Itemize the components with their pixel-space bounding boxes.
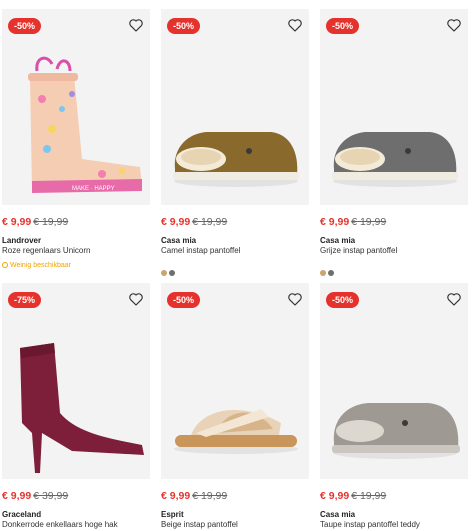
grey-slipper-image [332,132,458,187]
product-card[interactable]: MAKE · HAPPY -50% € 9,99 € 19,99 Landrove… [2,9,150,270]
price-row: € 9,99 € 39,99 [2,490,150,502]
original-price: € 19,99 [351,216,387,228]
product-card[interactable]: -75% € 9,99 € 39,99 Graceland Donkerrode … [2,283,150,530]
heart-icon[interactable] [128,291,144,307]
original-price: € 39,99 [33,490,69,502]
product-brand: Casa mia [320,236,356,245]
product-image-box[interactable]: -50% [161,283,309,479]
sale-price: € 9,99 [320,216,350,228]
heart-icon[interactable] [287,17,303,33]
product-card[interactable]: -50% € 9,99 € 19,99 Casa mia Grijze insta… [320,9,468,276]
availability-notice: Weinig beschikbaar [2,261,150,270]
discount-badge: -50% [167,292,201,308]
product-image-box[interactable]: -50% [161,9,309,205]
product-card[interactable]: -50% € 9,99 € 19,99 Casa mia Taupe instap… [320,283,468,530]
clock-icon [2,262,8,268]
svg-text:MAKE · HAPPY: MAKE · HAPPY [72,186,115,192]
price-row: € 9,99 € 19,99 [161,216,309,228]
product-name[interactable]: Beige instap pantoffel [161,520,309,530]
product-name[interactable]: Donkerrode enkellaars hoge hak [2,520,150,530]
availability-text: Weinig beschikbaar [10,262,71,269]
product-name[interactable]: Grijze instap pantoffel [320,246,468,256]
product-image-box[interactable]: -50% [320,9,468,205]
color-swatch[interactable] [320,270,326,276]
discount-badge: -75% [8,292,42,308]
color-swatches [161,263,309,276]
color-swatches [320,263,468,276]
price-row: € 9,99 € 19,99 [320,216,468,228]
taupe-slipper-image [332,403,460,459]
sale-price: € 9,99 [161,216,191,228]
product-brand: Casa mia [161,236,197,245]
price-row: € 9,99 € 19,99 [2,216,150,228]
ankle-boot-image [20,343,144,473]
discount-badge: -50% [167,18,201,34]
price-row: € 9,99 € 19,99 [161,490,309,502]
product-name[interactable]: Taupe instap pantoffel teddy [320,520,468,530]
product-name[interactable]: Roze regenlaars Unicorn [2,246,150,256]
discount-badge: -50% [326,18,360,34]
beige-slipper-image [174,409,298,454]
color-swatch[interactable] [328,270,334,276]
product-image-box[interactable]: MAKE · HAPPY -50% [2,9,150,205]
sale-price: € 9,99 [2,490,32,502]
discount-badge: -50% [326,292,360,308]
product-image-box[interactable]: -75% [2,283,150,479]
original-price: € 19,99 [192,216,228,228]
product-grid: MAKE · HAPPY -50% € 9,99 € 19,99 Landrove… [0,0,475,531]
discount-badge: -50% [8,18,42,34]
original-price: € 19,99 [192,490,228,502]
color-swatch[interactable] [161,270,167,276]
sale-price: € 9,99 [320,490,350,502]
product-brand: Graceland [2,510,42,519]
heart-icon[interactable] [446,17,462,33]
heart-icon[interactable] [128,17,144,33]
product-image-box[interactable]: -50% [320,283,468,479]
rain-boot-image: MAKE · HAPPY [28,56,142,193]
original-price: € 19,99 [351,490,387,502]
product-brand: Landrover [2,236,42,245]
camel-slipper-image [173,132,299,187]
original-price: € 19,99 [33,216,69,228]
color-swatch[interactable] [169,270,175,276]
heart-icon[interactable] [287,291,303,307]
product-brand: Casa mia [320,510,356,519]
sale-price: € 9,99 [161,490,191,502]
heart-icon[interactable] [446,291,462,307]
product-card[interactable]: -50% € 9,99 € 19,99 Casa mia Camel instap… [161,9,309,276]
sale-price: € 9,99 [2,216,32,228]
product-card[interactable]: -50% € 9,99 € 19,99 Esprit Beige instap p… [161,283,309,530]
product-name[interactable]: Camel instap pantoffel [161,246,309,256]
product-brand: Esprit [161,510,184,519]
price-row: € 9,99 € 19,99 [320,490,468,502]
